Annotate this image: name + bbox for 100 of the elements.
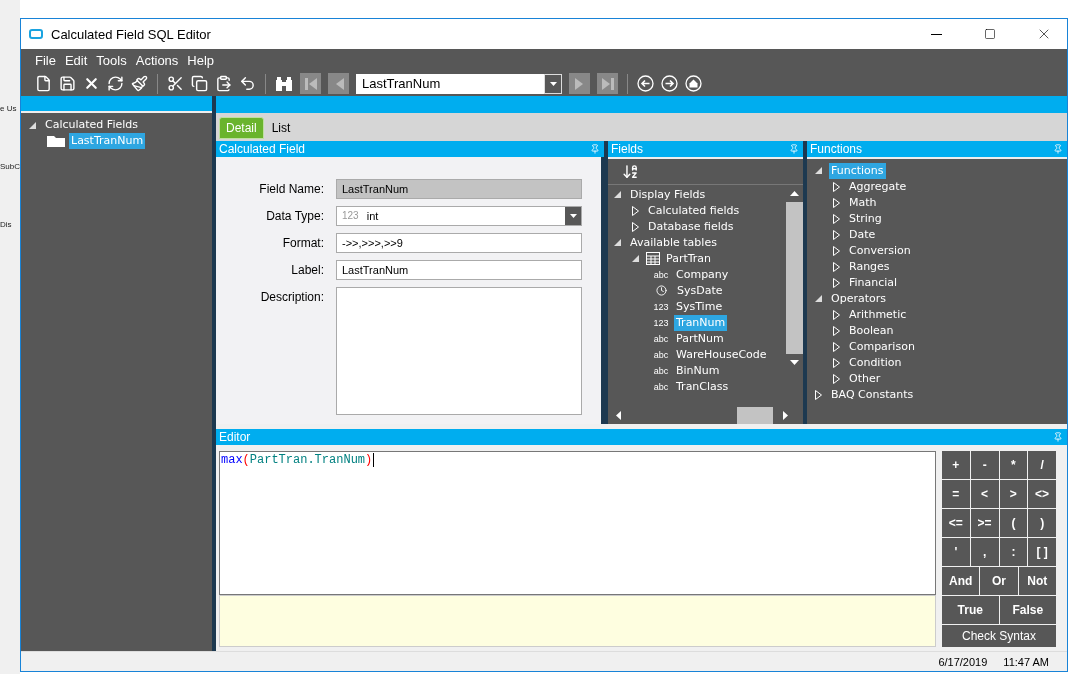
home-icon[interactable] [685, 75, 702, 92]
save-icon[interactable] [59, 75, 76, 92]
collapsed-icon[interactable] [632, 221, 639, 232]
input-field[interactable]: LastTranNum [336, 259, 582, 280]
collapsed-icon[interactable] [833, 197, 840, 208]
input-field[interactable]: ->>,>>>,>>9 [336, 232, 582, 253]
tree-item[interactable]: Other [847, 370, 883, 387]
keypad-button[interactable]: ( [999, 509, 1028, 537]
copy-icon[interactable] [191, 75, 208, 92]
keypad-button[interactable]: = [942, 480, 970, 508]
tab[interactable]: List [265, 116, 297, 139]
menu-item[interactable]: Tools [96, 52, 127, 68]
tree-item[interactable]: Operators [829, 290, 888, 307]
tree-item[interactable]: BAQ Constants [829, 386, 916, 403]
tree-item[interactable]: Database fields [646, 218, 736, 235]
tree-item[interactable]: Financial [847, 274, 900, 291]
keypad-button[interactable]: Or [980, 567, 1018, 595]
collapsed-icon[interactable] [833, 325, 840, 336]
keypad-button[interactable]: >= [970, 509, 999, 537]
menu-item[interactable]: Help [187, 52, 215, 68]
tree-item[interactable]: Boolean [847, 322, 896, 339]
collapsed-icon[interactable] [833, 181, 840, 192]
keypad-button[interactable]: ' [942, 538, 970, 566]
refresh-icon[interactable] [107, 75, 124, 92]
keypad-button[interactable]: : [999, 538, 1028, 566]
keypad-button[interactable]: And [942, 567, 980, 595]
collapsed-icon[interactable] [833, 229, 840, 240]
expanded-icon[interactable] [614, 239, 621, 247]
tree-item[interactable]: Available tables [628, 234, 719, 251]
collapsed-icon[interactable] [833, 357, 840, 368]
expanded-icon[interactable] [815, 295, 822, 303]
code-editor[interactable]: max(PartTran.TranNum) [219, 451, 936, 595]
collapsed-icon[interactable] [833, 261, 840, 272]
tree-item[interactable]: Company [674, 266, 731, 283]
tree-item[interactable]: Calculated Fields [43, 117, 140, 133]
cut-icon[interactable] [167, 75, 184, 92]
scroll-up-icon[interactable] [789, 190, 799, 196]
forward-icon[interactable] [661, 75, 678, 92]
delete-icon[interactable] [83, 75, 100, 92]
keypad-button[interactable]: ) [1028, 509, 1056, 537]
tree-item[interactable]: Math [847, 194, 879, 211]
binoculars-icon[interactable] [275, 75, 293, 92]
menu-item[interactable]: Actions [135, 52, 179, 68]
collapsed-icon[interactable] [833, 309, 840, 320]
collapsed-icon[interactable] [632, 205, 639, 216]
expanded-icon[interactable] [29, 121, 36, 129]
keypad-button[interactable]: * [999, 451, 1028, 479]
menu-item[interactable]: File [35, 52, 56, 68]
collapsed-icon[interactable] [833, 245, 840, 256]
description-field[interactable] [336, 286, 582, 415]
keypad-button[interactable]: < [970, 480, 999, 508]
tree-item[interactable]: Calculated fields [646, 202, 742, 219]
collapsed-icon[interactable] [833, 213, 840, 224]
keypad-button[interactable]: False [999, 596, 1056, 624]
scroll-down-icon[interactable] [789, 359, 799, 365]
tree-item[interactable]: WareHouseCode [674, 346, 769, 363]
tree-item[interactable]: Comparison [847, 338, 917, 355]
expanded-icon[interactable] [815, 167, 822, 175]
record-dropdown[interactable]: LastTranNum [356, 73, 562, 94]
tree-item[interactable]: SysDate [675, 282, 725, 299]
keypad-button[interactable]: [ ] [1028, 538, 1056, 566]
collapsed-icon[interactable] [833, 277, 840, 288]
keypad-button[interactable]: True [942, 596, 999, 624]
keypad-button[interactable]: , [970, 538, 999, 566]
undo-icon[interactable] [239, 75, 256, 92]
tree-item[interactable]: TranClass [674, 378, 731, 395]
tree-item[interactable]: Ranges [847, 258, 892, 275]
keypad-button[interactable]: - [970, 451, 999, 479]
tree-item[interactable]: Aggregate [847, 178, 909, 195]
tree-item[interactable]: Conversion [847, 242, 913, 259]
data-type-dropdown[interactable]: 123 int [336, 205, 582, 226]
sort-icon[interactable] [622, 162, 639, 180]
collapsed-icon[interactable] [833, 373, 840, 384]
field-name-input[interactable]: LastTranNum [336, 178, 582, 199]
tree-item[interactable]: SysTime [674, 298, 725, 315]
scroll-right-icon[interactable] [783, 411, 788, 421]
tree-item[interactable]: PartNum [674, 330, 726, 347]
tree-item[interactable]: Display Fields [628, 186, 708, 203]
tree-item[interactable]: PartTran [664, 250, 714, 267]
scroll-left-icon[interactable] [616, 411, 621, 421]
keypad-button[interactable]: + [942, 451, 970, 479]
new-icon[interactable] [35, 75, 52, 92]
tree-item[interactable]: String [847, 210, 884, 227]
keypad-button[interactable]: <= [942, 509, 970, 537]
keypad-button[interactable]: Check Syntax [942, 625, 1056, 647]
collapsed-icon[interactable] [833, 341, 840, 352]
tree-item[interactable]: Arithmetic [847, 306, 909, 323]
tree-item[interactable]: Condition [847, 354, 904, 371]
keypad-button[interactable]: <> [1028, 480, 1056, 508]
expanded-icon[interactable] [614, 191, 621, 199]
keypad-button[interactable]: / [1028, 451, 1056, 479]
collapsed-icon[interactable] [815, 389, 822, 400]
back-icon[interactable] [637, 75, 654, 92]
clear-icon[interactable] [131, 75, 148, 92]
keypad-button[interactable]: > [999, 480, 1028, 508]
tree-item[interactable]: BinNum [674, 362, 722, 379]
paste-icon[interactable] [215, 75, 232, 92]
expanded-icon[interactable] [632, 255, 639, 263]
tree-item[interactable]: Date [847, 226, 878, 243]
menu-item[interactable]: Edit [64, 52, 88, 68]
